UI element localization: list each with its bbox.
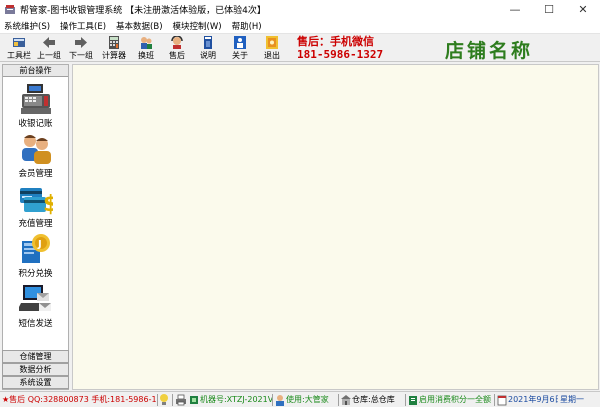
menu-system[interactable]: 系统维护(S) (4, 20, 50, 32)
panel-header-front-ops[interactable]: 前台操作 (3, 65, 68, 77)
nav-sms-send[interactable]: 短信发送 (3, 283, 68, 333)
nav-points-exchange-label: 积分兑换 (18, 269, 53, 279)
panel-section-warehouse[interactable]: 仓储管理 (2, 350, 69, 363)
nav-cash-register-label: 收银记账 (18, 119, 53, 129)
support-wechat-text: 售后：手机微信 (297, 35, 374, 48)
status-machine-id: 机器号:XTZJ-2021VW (200, 395, 272, 404)
warehouse-icon (341, 394, 351, 406)
support-label: 售后 (169, 51, 185, 60)
nav-recharge-label: 充值管理 (18, 219, 53, 229)
manual-button[interactable]: 说明 (193, 35, 223, 61)
nav-recharge[interactable]: $ 充值管理 (3, 183, 68, 233)
shift-change-button[interactable]: 换班 (131, 35, 161, 61)
close-button[interactable]: ✕ (566, 0, 600, 19)
status-user: 使用:大管家 (286, 395, 329, 404)
machine-icon (189, 394, 199, 406)
recharge-icon: $ (19, 183, 58, 217)
panel-section-data-analysis[interactable]: 数据分析 (2, 363, 69, 376)
menu-bar: 系统维护(S) 操作工具(E) 基本数据(B) 模块控制(W) 帮助(H) (0, 19, 600, 34)
app-icon (4, 4, 16, 16)
calculator-icon (107, 36, 121, 49)
title-bar: 帮管家-图书收银管理系统 【未注册激活体验版，已体验4次】 — ☐ ✕ (0, 0, 600, 19)
members-icon (19, 133, 53, 165)
svg-text:$: $ (43, 192, 53, 215)
printer-icon (175, 394, 187, 406)
nav-cash-register[interactable]: 收银记账 (3, 83, 68, 133)
prev-group-label: 上一组 (37, 51, 61, 60)
support-button[interactable]: 售后 (162, 35, 192, 61)
panel-section-system-settings[interactable]: 系统设置 (2, 376, 69, 389)
support-icon (170, 35, 184, 49)
menu-help[interactable]: 帮助(H) (232, 20, 262, 32)
shift-change-label: 换班 (138, 51, 154, 60)
about-label: 关于 (232, 51, 248, 60)
status-warehouse: 仓库:总仓库 (352, 395, 395, 404)
status-bar: ★售后 QQ:328800873 手机:181-5986-1327 同 机器号:… (0, 391, 600, 407)
points-exchange-icon: J (19, 233, 53, 265)
nav-sms-send-label: 短信发送 (18, 319, 53, 329)
window-title: 帮管家-图书收银管理系统 【未注册激活体验版，已体验4次】 (20, 6, 266, 16)
status-date: 2021年9月6日 (508, 395, 558, 404)
toolbar-button-label: 工具栏 (7, 51, 31, 60)
status-contact: ★售后 QQ:328800873 手机:181-5986-1327 同 (2, 395, 156, 404)
status-points-mode: 启用消费积分一全额 (419, 395, 491, 404)
calculator-button[interactable]: 计算器 (99, 35, 129, 61)
shop-name: 店铺名称 (445, 40, 534, 62)
exit-label: 退出 (264, 51, 280, 60)
manual-label: 说明 (200, 51, 216, 60)
nav-points-exchange[interactable]: J 积分兑换 (3, 233, 68, 283)
exit-button[interactable]: 退出 (257, 35, 287, 61)
manual-icon (201, 36, 215, 49)
user-icon (275, 394, 285, 406)
menu-basic-data[interactable]: 基本数据(B) (116, 20, 162, 32)
left-nav-panel: 前台操作 收银记账 会员管理 $ 充值管理 J 积分兑换 短信发送 仓储管理 数… (2, 64, 69, 390)
arrow-left-icon (42, 36, 56, 49)
status-weekday: 星期一 (560, 395, 584, 404)
exit-icon (265, 36, 279, 49)
about-icon (233, 36, 247, 49)
nav-members-label: 会员管理 (18, 169, 53, 179)
arrow-right-icon (74, 36, 88, 49)
next-group-button[interactable]: 下一组 (66, 35, 96, 61)
nav-members[interactable]: 会员管理 (3, 133, 68, 183)
points-icon (408, 394, 418, 406)
menu-modules[interactable]: 模块控制(W) (173, 20, 222, 32)
next-group-label: 下一组 (69, 51, 93, 60)
maximize-button[interactable]: ☐ (532, 0, 566, 19)
toolbar-icon (12, 36, 26, 49)
calendar-icon (497, 394, 507, 406)
lightbulb-icon (159, 394, 171, 406)
about-button[interactable]: 关于 (225, 35, 255, 61)
svg-text:J: J (37, 239, 42, 250)
shift-change-icon (139, 36, 153, 49)
toolbar-button[interactable]: 工具栏 (4, 35, 34, 61)
minimize-button[interactable]: — (498, 0, 532, 19)
support-phone-text: 181-5986-1327 (297, 48, 384, 61)
calculator-label: 计算器 (102, 51, 126, 60)
main-content-area (72, 64, 599, 390)
cash-register-icon (19, 83, 53, 115)
sms-send-icon (16, 283, 53, 315)
menu-tools[interactable]: 操作工具(E) (60, 20, 106, 32)
prev-group-button[interactable]: 上一组 (34, 35, 64, 61)
